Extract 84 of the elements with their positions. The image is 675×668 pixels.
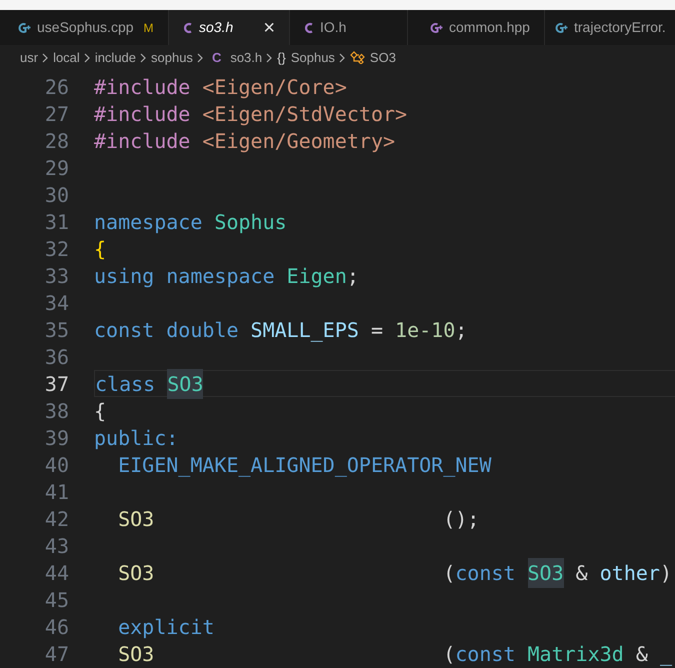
code-token: #include: [94, 100, 190, 128]
modified-label: M: [144, 20, 154, 36]
line-number: 41: [44, 478, 69, 506]
breadcrumb-item[interactable]: usr: [20, 48, 38, 68]
code-token: ;: [455, 316, 468, 344]
code-token: explicit: [117, 614, 214, 640]
cpp-file-icon: [555, 22, 568, 34]
close-icon[interactable]: ×: [263, 18, 275, 38]
code-token: SO3: [528, 558, 564, 588]
code-token: const: [455, 560, 516, 586]
line-number: 39: [44, 424, 69, 452]
chevron-icon: [140, 52, 148, 62]
breadcrumb-item[interactable]: include: [94, 48, 136, 68]
line-number: 45: [44, 586, 69, 614]
line-number: 40: [44, 452, 69, 478]
code-token: const double: [94, 316, 238, 344]
line-number: 30: [44, 182, 69, 208]
code-token: #include: [94, 128, 190, 154]
code-token: Sophus: [213, 208, 287, 236]
line-number: 29: [44, 154, 69, 182]
code-token: ): [660, 560, 672, 586]
code-token: &: [634, 640, 649, 668]
line-number: 43: [44, 532, 69, 560]
chevron-icon: [266, 52, 274, 62]
line-number: 35: [44, 316, 69, 344]
line-number: 46: [44, 614, 69, 640]
code-token: const: [455, 640, 516, 668]
code-token: using namespace: [94, 262, 275, 290]
code-token: SO3: [117, 560, 154, 586]
code-token: SMALL_EPS: [250, 316, 359, 344]
code-token: _: [660, 640, 672, 668]
code-token: {: [94, 398, 106, 424]
breadcrumb-item[interactable]: sophus: [151, 48, 193, 68]
line-number: 27: [44, 100, 69, 128]
line-number: 31: [44, 208, 69, 236]
code-token: =: [370, 316, 384, 344]
code-token: SO3: [167, 368, 204, 398]
code-token: {: [94, 236, 106, 262]
chevron-icon: [42, 52, 50, 62]
line-number: 38: [44, 398, 69, 424]
chevron-icon: [338, 52, 346, 62]
code-token: class: [95, 370, 156, 398]
code-token: &: [574, 560, 589, 586]
code-token: (: [442, 640, 456, 668]
line-number: 37: [44, 370, 69, 398]
line-number: 32: [44, 236, 69, 262]
code-token: ();: [442, 506, 480, 532]
c-file-icon: C: [212, 48, 222, 68]
line-number: 28: [44, 128, 69, 154]
breadcrumb-item[interactable]: SO3: [350, 48, 396, 68]
code-token: <Eigen/Geometry>: [201, 128, 396, 154]
code-token: SO3: [117, 640, 154, 668]
chevron-icon: [84, 52, 91, 62]
line-number: 36: [44, 344, 69, 370]
code-token: SO3: [117, 506, 154, 532]
code-token: ;: [346, 262, 359, 290]
c-file-icon: [183, 22, 193, 34]
line-number: 26: [44, 74, 69, 100]
code-token: <Eigen/Core>: [201, 74, 347, 100]
code-token: other: [600, 560, 660, 586]
c-file-icon: [304, 22, 314, 34]
line-number: 42: [44, 506, 69, 532]
line-number: 44: [44, 560, 69, 586]
line-number: 34: [44, 290, 69, 316]
line-number: 47: [44, 640, 69, 668]
breadcrumb-item[interactable]: {} Sophus: [277, 48, 335, 68]
braces-icon: {}: [277, 48, 286, 68]
code-token: Matrix3d: [526, 640, 624, 668]
breadcrumb-item[interactable]: local: [53, 48, 80, 68]
code-token: <Eigen/StdVector>: [201, 100, 408, 128]
cpp-file-icon: [18, 22, 31, 34]
editor-tab[interactable]: so3.h ×: [169, 10, 290, 45]
code-token: (: [442, 560, 456, 586]
code-token: 1e-10: [395, 316, 456, 344]
line-number: 33: [44, 262, 69, 290]
code-token: #include: [94, 74, 190, 100]
code-token: EIGEN_MAKE_ALIGNED_OPERATOR_NEW: [117, 452, 492, 479]
code-token: namespace: [94, 208, 202, 236]
chevron-icon: [196, 52, 204, 62]
code-token: Eigen: [286, 262, 347, 290]
class-icon: [350, 51, 365, 64]
code-token: public:: [94, 424, 178, 452]
breadcrumb-item[interactable]: C so3.h: [208, 48, 262, 68]
cpp-file-icon: [430, 22, 443, 34]
